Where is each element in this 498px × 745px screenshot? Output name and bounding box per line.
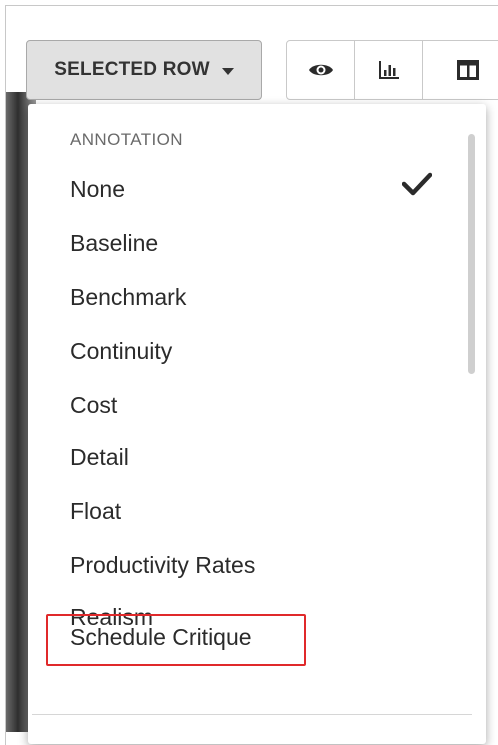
menu-item-schedule-critique[interactable]: Schedule Critique: [70, 624, 252, 651]
section-header-annotation: ANNOTATION: [70, 130, 183, 149]
menu-divider: [32, 714, 472, 715]
menu-item-productivity-rates[interactable]: Productivity Rates: [70, 552, 255, 579]
selected-row-label: SELECTED ROW: [54, 59, 210, 80]
menu-item-detail[interactable]: Detail: [70, 444, 129, 471]
menu-item-continuity[interactable]: Continuity: [70, 338, 172, 365]
menu-item-baseline[interactable]: Baseline: [70, 230, 158, 257]
dropdown-scrollbar[interactable]: [468, 134, 475, 374]
chart-button[interactable]: [355, 41, 423, 99]
menu-item-benchmark[interactable]: Benchmark: [70, 284, 186, 311]
caret-down-icon: [221, 68, 234, 75]
bar-chart-icon: [378, 61, 399, 79]
menu-item-none[interactable]: None: [70, 176, 125, 203]
columns-icon: [457, 60, 479, 80]
view-button[interactable]: [287, 41, 355, 99]
selected-row-dropdown-button[interactable]: SELECTED ROW: [26, 40, 262, 100]
columns-button[interactable]: [423, 41, 498, 99]
annotation-dropdown-menu: ANNOTATION None Baseline Benchmark Conti…: [28, 104, 486, 744]
menu-item-cost[interactable]: Cost: [70, 392, 117, 419]
eye-icon: [308, 64, 333, 76]
view-toolbar: [286, 40, 498, 100]
menu-item-float[interactable]: Float: [70, 498, 121, 525]
checkmark-icon: [402, 172, 432, 196]
